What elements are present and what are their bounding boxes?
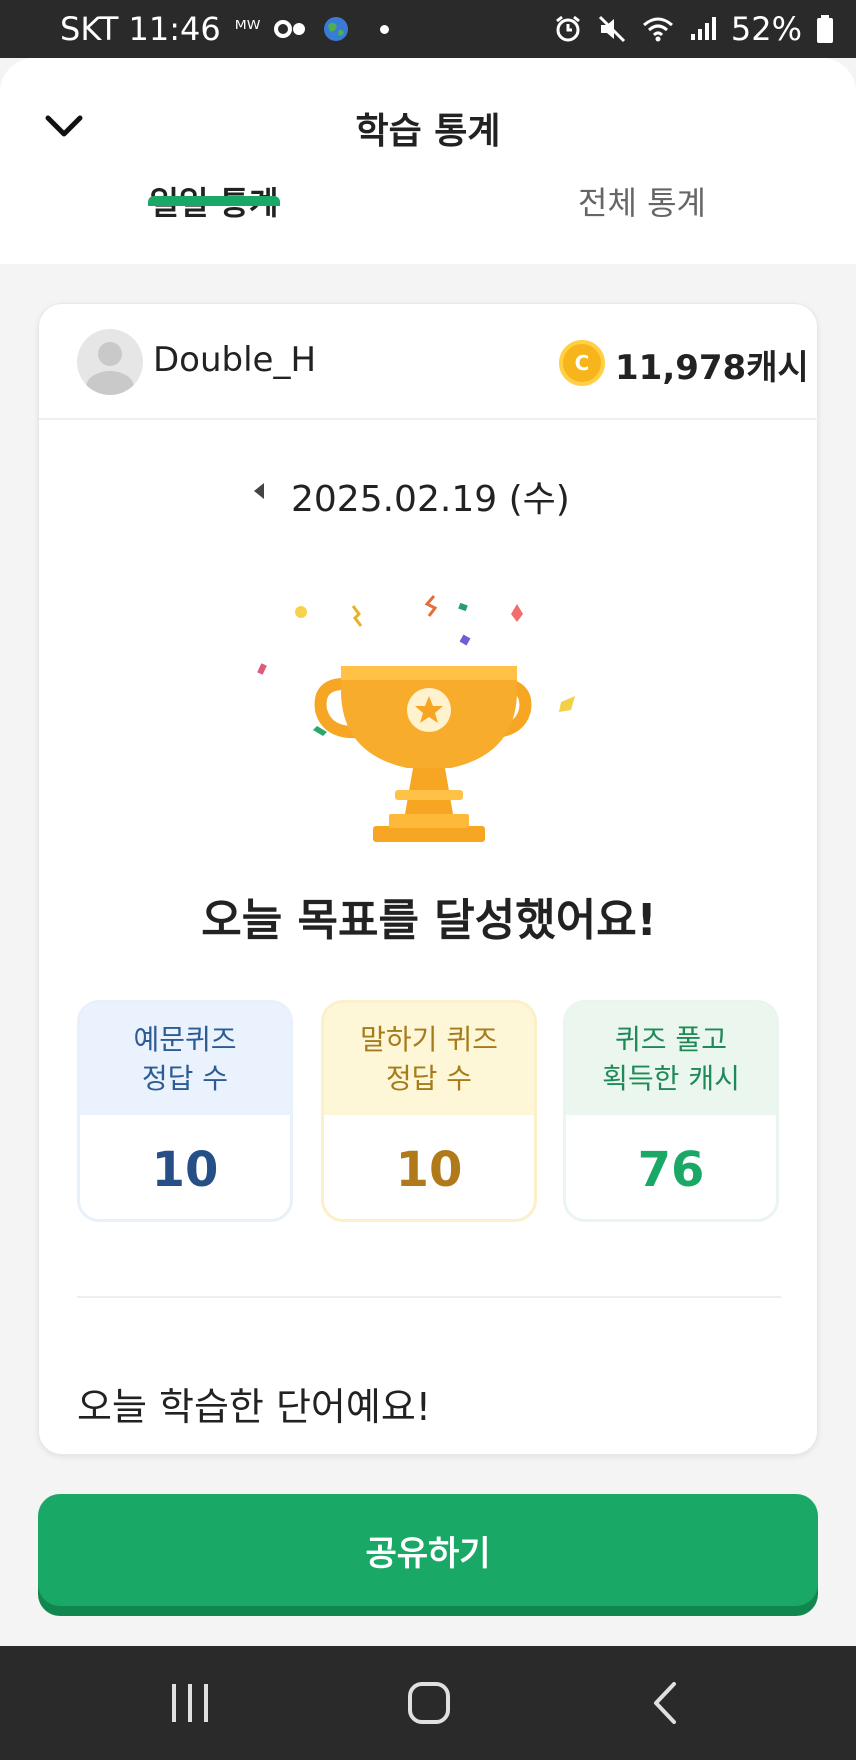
back-icon[interactable] xyxy=(644,1680,694,1726)
page-title: 학습 통계 xyxy=(355,111,501,152)
share-button[interactable]: 공유하기 xyxy=(38,1494,818,1606)
stat-value: 10 xyxy=(151,1142,219,1198)
tab-bar: 일일 통계 전체 통계 xyxy=(0,178,856,264)
status-bar: SKT 11:46 ᴹᵂ 52% xyxy=(0,0,856,58)
alarm-icon xyxy=(553,14,583,44)
stat-label: 퀴즈 풀고 획득한 캐시 xyxy=(566,1003,776,1115)
avatar xyxy=(77,329,143,395)
current-date: 2025.02.19 (수) xyxy=(291,479,570,520)
stat-value: 10 xyxy=(395,1142,463,1198)
wifi-icon xyxy=(641,15,675,43)
stats-card: Double_H C 11,978캐시 2025.02.19 (수) 오늘 목표… xyxy=(38,303,819,1455)
stat-value: 76 xyxy=(637,1142,705,1198)
coin-icon: C xyxy=(559,340,605,386)
active-tab-indicator xyxy=(148,196,280,206)
profile-row: Double_H C 11,978캐시 xyxy=(39,304,819,420)
mw-icon: ᴹᵂ xyxy=(234,16,261,42)
stat-label: 예문퀴즈 정답 수 xyxy=(80,1003,290,1115)
header-sheet: 학습 통계 일일 통계 전체 통계 xyxy=(0,58,856,264)
battery-percent: 52% xyxy=(730,10,802,48)
stat-label: 말하기 퀴즈 정답 수 xyxy=(324,1003,534,1115)
date-navigator: 2025.02.19 (수) xyxy=(39,464,819,524)
dot-icon xyxy=(274,18,308,40)
signal-icon xyxy=(689,16,717,42)
system-nav-bar xyxy=(0,1646,856,1760)
tab-daily-stats[interactable]: 일일 통계 xyxy=(148,178,280,264)
recent-apps-icon[interactable] xyxy=(166,1680,216,1726)
trophy-icon xyxy=(239,584,619,864)
divider xyxy=(77,1296,781,1298)
stat-card-speaking-quiz: 말하기 퀴즈 정답 수 10 xyxy=(321,1000,537,1222)
username: Double_H xyxy=(153,340,317,380)
previous-date-icon[interactable] xyxy=(253,482,265,500)
learned-words-title: 오늘 학습한 단어예요! xyxy=(77,1385,432,1429)
carrier-time: SKT 11:46 xyxy=(60,10,221,48)
battery-icon xyxy=(816,14,834,44)
cash-balance: 11,978캐시 xyxy=(615,348,809,388)
home-icon[interactable] xyxy=(404,1680,454,1726)
goal-achieved-message: 오늘 목표를 달성했어요! xyxy=(201,895,657,946)
globe-icon xyxy=(322,15,350,43)
notification-dot-icon xyxy=(380,24,390,34)
stat-card-earned-cash: 퀴즈 풀고 획득한 캐시 76 xyxy=(563,1000,779,1222)
mute-icon xyxy=(597,14,627,44)
stat-card-example-quiz: 예문퀴즈 정답 수 10 xyxy=(77,1000,293,1222)
tab-total-stats[interactable]: 전체 통계 xyxy=(570,178,714,264)
